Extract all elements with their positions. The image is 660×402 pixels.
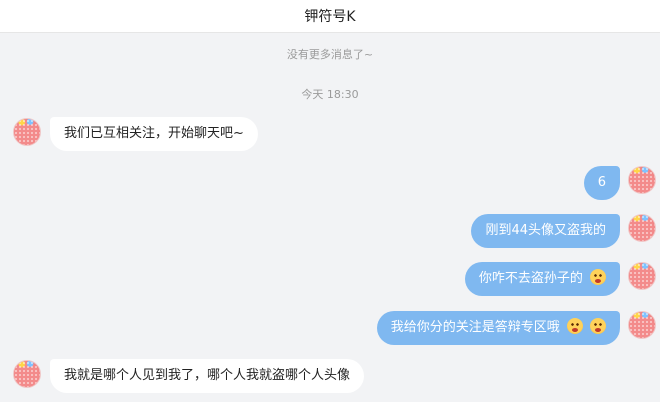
message-text: 我就是哪个人见到我了，哪个人我就盗哪个人头像 <box>64 368 351 383</box>
dizzy-emoji-icon <box>566 318 583 334</box>
message-text: 我给你分的关注是答辩专区哦 <box>390 320 560 335</box>
message-bubble-sent[interactable]: 6 <box>583 166 620 200</box>
message-bubble-sent[interactable]: 刚到44头像又盗我的 <box>471 214 620 248</box>
message-text: 刚到44头像又盗我的 <box>485 223 606 238</box>
message-text: 我们已互相关注，开始聊天吧~ <box>64 126 244 141</box>
my-avatar[interactable] <box>628 311 656 339</box>
message-text: 6 <box>597 175 606 190</box>
chat-header: 钾符号K <box>0 0 660 33</box>
contact-avatar[interactable] <box>13 118 41 146</box>
shocked-emoji-icon <box>590 269 606 285</box>
message-bubble-sent[interactable]: 我给你分的关注是答辩专区哦 <box>376 311 620 345</box>
chat-title: 钾符号K <box>304 9 356 25</box>
shocked-emoji-icon <box>590 318 606 334</box>
my-avatar[interactable] <box>628 214 656 242</box>
message-bubble-received[interactable]: 我就是哪个人见到我了，哪个人我就盗哪个人头像 <box>50 359 365 393</box>
my-avatar[interactable] <box>628 262 656 290</box>
no-more-messages-notice[interactable]: 没有更多消息了~ <box>0 46 660 62</box>
message-bubble-sent[interactable]: 你咋不去盗孙子的 <box>464 262 620 296</box>
message-bubble-received[interactable]: 我们已互相关注，开始聊天吧~ <box>50 117 258 151</box>
message-text: 你咋不去盗孙子的 <box>478 271 583 286</box>
timestamp: 今天 18:30 <box>301 88 359 101</box>
contact-avatar[interactable] <box>13 360 41 388</box>
my-avatar[interactable] <box>628 166 656 194</box>
